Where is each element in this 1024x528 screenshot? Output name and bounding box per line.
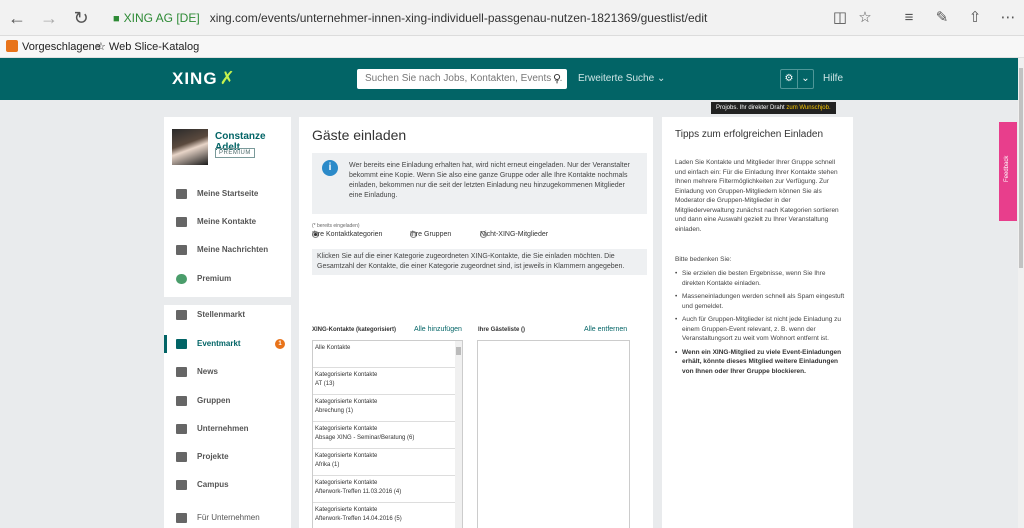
settings-menu[interactable]: ⚙ ⌄ [780, 69, 814, 89]
list-item[interactable]: Alle Kontakte [313, 341, 456, 368]
sidebar-item-eventmarkt[interactable]: Eventmarkt 1 [164, 335, 291, 353]
sidebar-item-unternehmen[interactable]: Unternehmen [164, 420, 291, 438]
star-icon: ☆ [96, 41, 109, 53]
guest-list[interactable] [477, 340, 630, 528]
feedback-tab[interactable]: Feedback [999, 122, 1017, 221]
promo-banner[interactable]: Projobs. Ihr direkter Draht zum Wunschjo… [711, 102, 836, 114]
sidebar-item-campus[interactable]: Campus [164, 476, 291, 494]
chevron-down-icon[interactable]: ⌄ [797, 70, 813, 88]
sidebar-item-projekte[interactable]: Projekte [164, 448, 291, 466]
search-input[interactable]: Suchen Sie nach Jobs, Kontakten, Events … [357, 69, 567, 89]
guest-list-header: Ihre Gästeliste () [478, 327, 526, 333]
help-link[interactable]: Hilfe [823, 73, 843, 84]
contacts-list[interactable]: Alle Kontakte Kategorisierte Kontakte AT … [312, 340, 463, 528]
sidebar-item-startseite[interactable]: Meine Startseite [164, 185, 291, 203]
chevron-down-icon: ⌄ [656, 73, 666, 84]
sidebar-item-gruppen[interactable]: Gruppen [164, 392, 291, 410]
calendar-icon [176, 339, 187, 349]
contacts-list-header: XING-Kontakte (kategorisiert) [312, 327, 397, 333]
info-icon: i [322, 160, 338, 176]
page-title: Gäste einladen [312, 127, 407, 143]
scroll-thumb[interactable] [456, 347, 461, 355]
jobs-icon [176, 310, 187, 320]
url-text: xing.com/events/unternehmer-innen-xing-i… [209, 11, 708, 25]
list-item[interactable]: Kategorisierte Kontakte AT (13) [313, 368, 456, 395]
more-icon[interactable]: ⋯ [998, 8, 1018, 28]
sidebar-divider [164, 297, 291, 305]
sidebar: Constanze Adelt PREMIUM Meine Startseite… [164, 117, 291, 528]
gear-icon[interactable]: ⚙ [781, 70, 797, 88]
groups-icon [176, 396, 187, 406]
list-item[interactable]: Kategorisierte Kontakte Abrechung (1) [313, 395, 456, 422]
hub-icon[interactable]: ≡ [899, 8, 919, 28]
home-icon [176, 189, 187, 199]
sidebar-item-nachrichten[interactable]: Meine Nachrichten [164, 241, 291, 259]
secure-label: XING AG [DE] [123, 11, 200, 25]
favorites-bar: Vorgeschlagene ☆ Web Slice-Katalog [0, 36, 1024, 58]
sidebar-item-stellenmarkt[interactable]: Stellenmarkt [164, 306, 291, 324]
avatar[interactable] [172, 129, 208, 165]
address-bar[interactable]: ■ XING AG [DE] xing.com/events/unternehmer… [113, 6, 823, 30]
favorite-star-icon[interactable]: ☆ [855, 8, 875, 28]
sidebar-item-news[interactable]: News [164, 363, 291, 381]
list-item[interactable]: Kategorisierte Kontakte Afrika (1) [313, 449, 456, 476]
xing-logo[interactable]: XING ✗ [172, 68, 236, 89]
reading-view-icon[interactable]: ◫ [830, 8, 850, 28]
contacts-icon [176, 217, 187, 227]
add-all-link[interactable]: Alle hinzufügen [414, 326, 462, 333]
main-content: Gäste einladen i Wer bereits eine Einlad… [299, 117, 653, 528]
sidebar-item-kontakte[interactable]: Meine Kontakte [164, 213, 291, 231]
companies-icon [176, 424, 187, 434]
sidebar-item-premium[interactable]: Premium [164, 270, 291, 288]
tips-intro: Laden Sie Kontakte und Mitglieder Ihrer … [675, 159, 839, 233]
business-icon [176, 513, 187, 523]
forward-icon[interactable]: → [38, 7, 60, 29]
campus-icon [176, 480, 187, 490]
news-icon [176, 367, 187, 377]
notes-icon[interactable]: ✎ [932, 8, 952, 28]
tip-item: Masseneinladungen werden schnell als Spa… [675, 292, 847, 311]
page-scrollbar[interactable] [1018, 58, 1024, 528]
share-icon[interactable]: ⇧ [965, 8, 985, 28]
instructions: Klicken Sie auf die einer Kategorie zuge… [312, 249, 647, 275]
tip-item-warning: Wenn ein XING-Mitglied zu viele Event-Ei… [675, 348, 847, 377]
tip-item: Auch für Gruppen-Mitglieder ist nicht je… [675, 315, 847, 344]
sidebar-item-fuer-unternehmen[interactable]: Für Unternehmen [164, 509, 291, 527]
tips-title: Tipps zum erfolgreichen Einladen [675, 129, 824, 140]
list-item[interactable]: Kategorisierte Kontakte Afterwork-Treffen… [313, 503, 456, 528]
premium-badge: PREMIUM [215, 148, 255, 158]
projects-icon [176, 452, 187, 462]
search-icon[interactable]: ⚲ [553, 69, 561, 89]
premium-icon [176, 274, 187, 284]
browser-toolbar: ← → ↻ ■ XING AG [DE] xing.com/events/unter… [0, 0, 1024, 36]
back-icon[interactable]: ← [6, 7, 28, 29]
info-box: i Wer bereits eine Einladung erhalten ha… [312, 153, 647, 214]
remove-all-link[interactable]: Alle entfernen [584, 326, 627, 333]
tips-list: Sie erzielen die besten Ergebnisse, wenn… [675, 269, 847, 380]
tips-note: Bitte bedenken Sie: [675, 256, 732, 263]
refresh-icon[interactable]: ↻ [70, 7, 92, 29]
already-invited-note: (* bereits eingeladen) [312, 223, 360, 229]
messages-icon [176, 245, 187, 255]
list-item[interactable]: Kategorisierte Kontakte Afterwork-Treffen… [313, 476, 456, 503]
tip-item: Sie erzielen die besten Ergebnisse, wenn… [675, 269, 847, 288]
list-item[interactable]: Kategorisierte Kontakte Absage XING - Sem… [313, 422, 456, 449]
favorite-web-slice[interactable]: ☆ Web Slice-Katalog [96, 36, 199, 58]
xing-x-icon: ✗ [219, 68, 236, 88]
lock-icon: ■ [113, 13, 120, 25]
tips-panel: Tipps zum erfolgreichen Einladen Laden S… [662, 117, 853, 528]
contacts-scrollbar[interactable] [455, 341, 462, 528]
favorite-suggested[interactable]: Vorgeschlagene [6, 36, 101, 58]
suggested-sites-icon [6, 40, 18, 52]
page-scroll-thumb[interactable] [1019, 68, 1023, 268]
advanced-search-link[interactable]: Erweiterte Suche ⌄ [578, 73, 665, 84]
notification-badge: 1 [275, 339, 285, 349]
